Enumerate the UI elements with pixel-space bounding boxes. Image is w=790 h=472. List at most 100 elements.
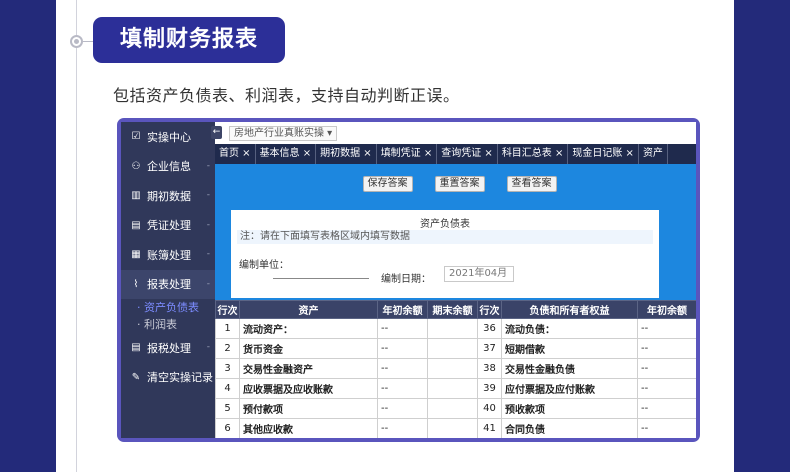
sidebar-item-opening-data[interactable]: ▥ 期初数据 -: [121, 181, 215, 211]
unit-label: 编制单位：: [239, 260, 289, 271]
unit-input[interactable]: [273, 278, 369, 279]
closing-balance-cell[interactable]: [427, 338, 478, 359]
ledger-icon: ▦: [131, 249, 141, 261]
row-number: 4: [215, 378, 240, 399]
sidebar-item-label: 凭证处理: [147, 219, 191, 233]
liability-label: 预收款项: [501, 398, 638, 419]
sidebar-item-practice-center[interactable]: ☑ 实操中心: [121, 122, 215, 152]
bar-chart-icon: ▥: [131, 190, 141, 202]
sidebar-subitem-income-statement[interactable]: · 利润表: [121, 316, 215, 333]
row-number: 38: [477, 358, 502, 379]
column-header: 期末余额: [427, 300, 478, 319]
opening-balance-cell[interactable]: --: [377, 318, 428, 339]
expand-arrow-icon: -: [206, 342, 210, 352]
row-number: 41: [477, 418, 502, 438]
opening-balance-cell[interactable]: --: [637, 358, 696, 379]
sidebar-item-clear-records[interactable]: ✎ 清空实操记录: [121, 363, 215, 393]
tab-account-summary[interactable]: 科目汇总表 ×: [498, 144, 569, 164]
sheet-title: 资产负债表: [420, 219, 470, 230]
asset-label: 应收票据及应收账款: [239, 378, 378, 399]
collapse-sidebar-icon[interactable]: ←: [211, 126, 222, 139]
tab-basic-info[interactable]: 基本信息 ×: [256, 144, 317, 164]
opening-balance-cell[interactable]: --: [377, 358, 428, 379]
closing-balance-cell[interactable]: [427, 358, 478, 379]
sidebar-item-voucher[interactable]: ▤ 凭证处理 -: [121, 211, 215, 241]
liability-label: 流动负债：: [501, 318, 638, 339]
reset-answer-button[interactable]: 重置答案: [434, 176, 485, 192]
tab-home[interactable]: 首页 ×: [215, 144, 256, 164]
opening-balance-cell[interactable]: --: [637, 338, 696, 359]
section-description: 包括资产负债表、利润表，支持自动判断正误。: [113, 86, 460, 105]
closing-balance-cell[interactable]: [427, 398, 478, 419]
sidebar: ☑ 实操中心 ⚇ 企业信息 - ▥ 期初数据 - ▤ 凭证处理 - ▦ 账簿处理…: [121, 122, 215, 438]
tab-query-voucher[interactable]: 查询凭证 ×: [437, 144, 498, 164]
tab-balance-sheet[interactable]: 资产: [639, 144, 668, 164]
sidebar-item-tax[interactable]: ▤ 报税处理 -: [121, 333, 215, 363]
screenshot-frame: ☑ 实操中心 ⚇ 企业信息 - ▥ 期初数据 - ▤ 凭证处理 - ▦ 账簿处理…: [117, 118, 700, 442]
opening-balance-cell[interactable]: --: [377, 418, 428, 438]
row-number: 3: [215, 358, 240, 379]
sidebar-subitem-balance-sheet[interactable]: · 资产负债表: [121, 299, 215, 316]
sidebar-item-label: 清空实操记录: [147, 371, 213, 385]
liability-label: 交易性金融负债: [501, 358, 638, 379]
sidebar-item-label: 报表处理: [147, 278, 191, 292]
expand-arrow-icon: -: [206, 190, 210, 200]
sidebar-item-label: 账簿处理: [147, 248, 191, 262]
opening-balance-cell[interactable]: --: [637, 418, 696, 438]
date-label: 编制日期：: [381, 274, 431, 285]
opening-balance-cell[interactable]: --: [377, 378, 428, 399]
top-bar: 房地产行业真账实操 ▾: [215, 122, 696, 144]
expand-arrow-icon: -: [206, 160, 210, 171]
view-answer-button[interactable]: 查看答案: [506, 176, 557, 192]
opening-balance-cell[interactable]: --: [637, 318, 696, 339]
expand-arrow-icon: -: [206, 249, 210, 259]
opening-balance-cell[interactable]: --: [377, 338, 428, 359]
column-header: 年初余额: [377, 300, 428, 319]
column-header: 行次: [215, 300, 240, 319]
opening-balance-cell[interactable]: --: [637, 378, 696, 399]
asset-label: 交易性金融资产: [239, 358, 378, 379]
balance-sheet-table: 行次 资产 年初余额 期末余额 行次 负债和所有者权益 年初余额 1 流动资产：: [215, 300, 696, 438]
sidebar-item-label: 实操中心: [147, 130, 191, 144]
sidebar-item-ledger[interactable]: ▦ 账簿处理 -: [121, 240, 215, 270]
table-row: 1 流动资产： -- 36 流动负债： --: [215, 318, 696, 339]
timeline-node-icon: [70, 35, 83, 48]
tab-fill-voucher[interactable]: 填制凭证 ×: [377, 144, 438, 164]
table-header-row: 行次 资产 年初余额 期末余额 行次 负债和所有者权益 年初余额: [215, 300, 696, 319]
sidebar-item-label: 报税处理: [147, 341, 191, 355]
timeline-connector: [83, 41, 93, 42]
table-row: 5 预付款项 -- 40 预收款项 --: [215, 398, 696, 419]
eraser-icon: ✎: [131, 371, 141, 383]
table-row: 6 其他应收款 -- 41 合同负债 --: [215, 418, 696, 438]
line-chart-icon: ⌇: [133, 278, 139, 290]
asset-label: 预付款项: [239, 398, 378, 419]
sidebar-item-reports[interactable]: ⌇ 报表处理 -: [121, 269, 215, 299]
save-answer-button[interactable]: 保存答案: [362, 176, 413, 192]
liability-label: 合同负债: [501, 418, 638, 438]
breadcrumb-dropdown[interactable]: 房地产行业真账实操 ▾: [229, 126, 338, 141]
column-header: 年初余额: [637, 300, 696, 319]
row-number: 37: [477, 338, 502, 359]
column-header: 行次: [477, 300, 502, 319]
app-window: ☑ 实操中心 ⚇ 企业信息 - ▥ 期初数据 - ▤ 凭证处理 - ▦ 账簿处理…: [121, 122, 696, 438]
column-header: 资产: [239, 300, 378, 319]
table-row: 2 货币资金 -- 37 短期借款 --: [215, 338, 696, 359]
action-buttons: 保存答案 重置答案 查看答案: [215, 176, 696, 192]
closing-balance-cell[interactable]: [427, 318, 478, 339]
opening-balance-cell[interactable]: --: [637, 398, 696, 419]
opening-balance-cell[interactable]: --: [377, 398, 428, 419]
closing-balance-cell[interactable]: [427, 418, 478, 438]
liability-label: 短期借款: [501, 338, 638, 359]
tab-cash-journal[interactable]: 现金日记账 ×: [568, 144, 639, 164]
section-title: 填制财务报表: [93, 17, 285, 63]
row-number: 39: [477, 378, 502, 399]
report-content: 保存答案 重置答案 查看答案 资产负债表 注：请在下面填写表格区域内填写数据 编…: [215, 164, 696, 438]
asset-label: 流动资产：: [239, 318, 378, 339]
row-number: 40: [477, 398, 502, 419]
closing-balance-cell[interactable]: [427, 378, 478, 399]
date-input[interactable]: 2021年04月: [444, 266, 514, 282]
sidebar-item-company-info[interactable]: ⚇ 企业信息 -: [121, 152, 215, 182]
timeline-line: [76, 0, 77, 472]
sidebar-item-label: 期初数据: [147, 189, 191, 203]
tab-opening-data[interactable]: 期初数据 ×: [316, 144, 377, 164]
